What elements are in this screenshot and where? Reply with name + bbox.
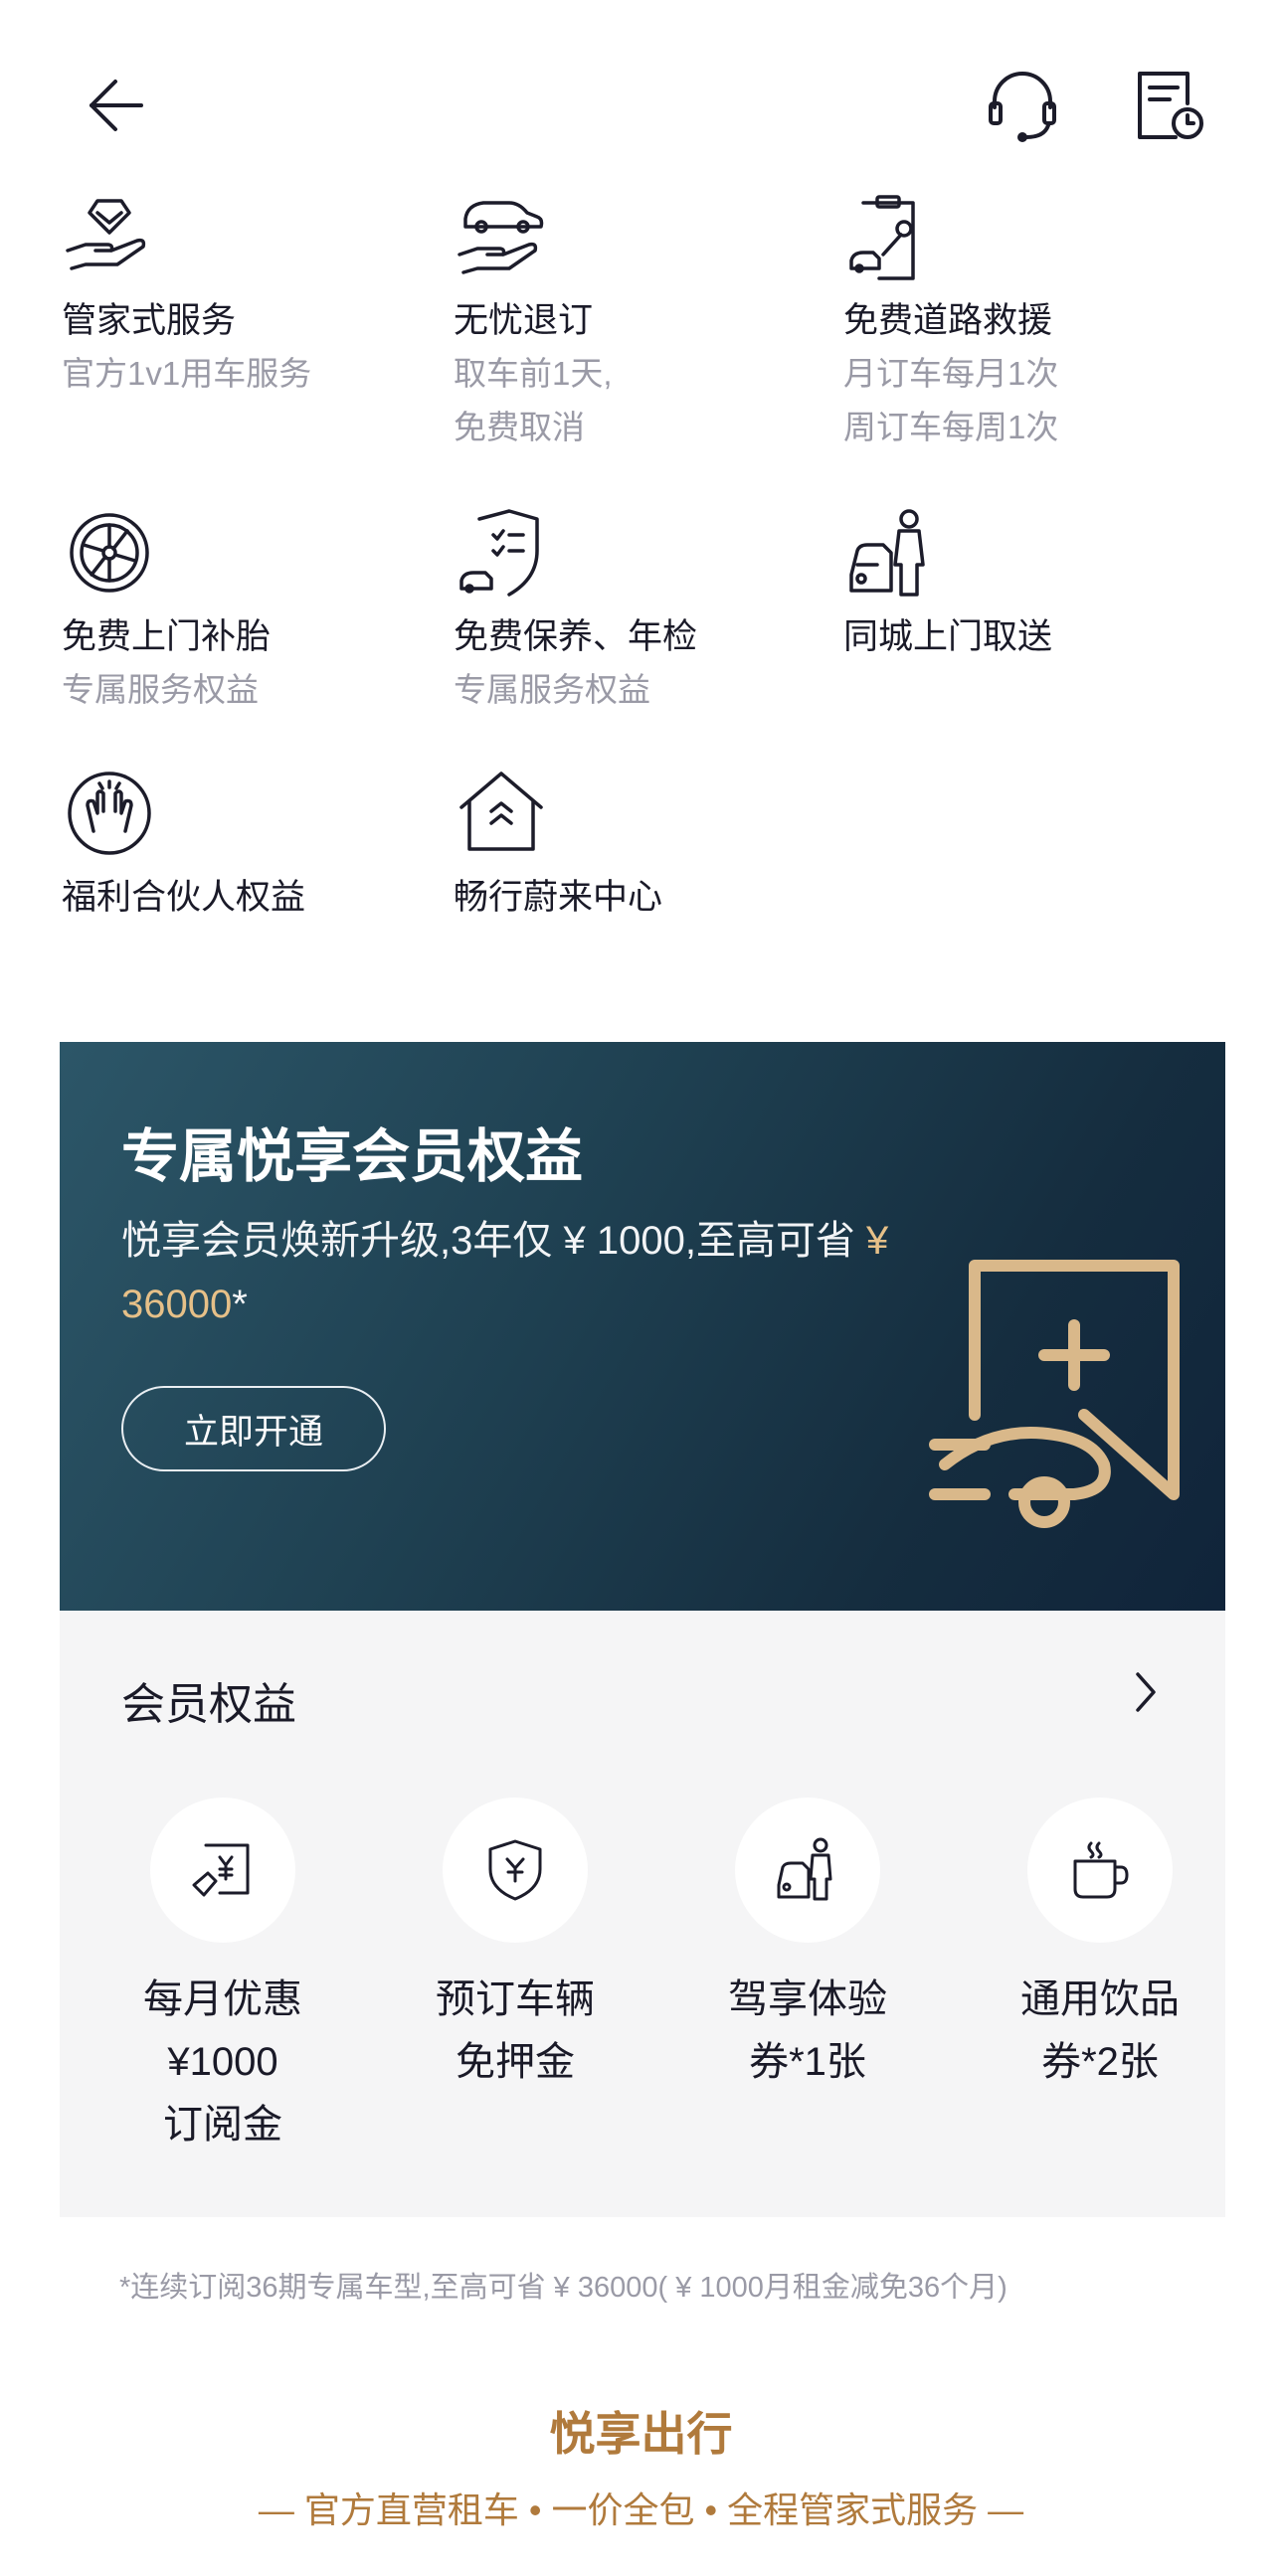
activate-button[interactable]: 立即开通 [121, 1386, 386, 1471]
service-roadside[interactable]: 免费道路救援 月订车每月1次 周订车每周1次 [843, 189, 1201, 454]
benefit-text: 预订车辆 免押金 [436, 1977, 595, 2084]
service-delivery[interactable]: 同城上门取送 [843, 505, 1201, 659]
driver-car-icon [777, 1837, 832, 1901]
brand-tagline: — 官方直营租车 • 一价全包 • 全程管家式服务 — [258, 2490, 1024, 2530]
benefit-icon-circle [1027, 1798, 1173, 1943]
benefit-no-deposit[interactable]: 预订车辆 免押金 [369, 1798, 661, 2094]
brand-name: 悦享出行 [549, 2408, 733, 2460]
diamond-hand-icon [66, 199, 146, 270]
service-subtitle: 月订车每月1次 周订车每周1次 [843, 355, 1059, 445]
benefit-monthly-discount[interactable]: 每月优惠 ¥1000 订阅金 [77, 1798, 369, 2156]
house-chevron-icon [459, 772, 543, 851]
service-title: 同城上门取送 [843, 617, 1053, 656]
banner-title: 专属悦享会员权益 [121, 1124, 584, 1189]
footnote: *连续订阅36期专属车型,至高可省 ¥ 36000( ¥ 1000月租金减免36… [119, 2272, 1007, 2304]
customer-service-button[interactable] [983, 66, 1062, 145]
service-center[interactable]: 畅行蔚来中心 [454, 766, 812, 920]
document-clock-icon [1138, 72, 1203, 139]
service-subtitle: 专属服务权益 [454, 671, 650, 708]
back-button[interactable] [76, 66, 155, 145]
benefit-text: 通用饮品 券*2张 [1020, 1977, 1180, 2084]
car-hand-icon [458, 201, 544, 274]
service-title: 管家式服务 [62, 301, 237, 340]
service-title: 免费道路救援 [843, 301, 1053, 340]
benefit-icon-circle [443, 1798, 588, 1943]
banner-description: 悦享会员焕新升级,3年仅 ¥ 1000,至高可省 ¥ 36000* [121, 1209, 917, 1336]
banner-desc-asterisk: * [232, 1283, 248, 1326]
car-person-icon [849, 509, 925, 597]
benefit-driving-voucher[interactable]: 驾享体验 券*1张 [661, 1798, 954, 2094]
member-benefits-more[interactable] [1124, 1666, 1168, 1718]
service-tire[interactable]: 免费上门补胎 专属服务权益 [62, 505, 420, 717]
chevron-right-icon [1136, 1672, 1156, 1712]
service-title: 免费保养、年检 [454, 617, 698, 656]
clipboard-wrench-icon [849, 195, 915, 280]
membership-banner: 专属悦享会员权益 悦享会员焕新升级,3年仅 ¥ 1000,至高可省 ¥ 3600… [60, 1042, 1225, 1611]
benefit-text: 驾享体验 券*1张 [728, 1977, 887, 2084]
high-five-icon [68, 772, 151, 855]
service-title: 福利合伙人权益 [62, 878, 306, 917]
service-subtitle: 取车前1天, 免费取消 [454, 355, 613, 445]
yen-shield-icon [488, 1839, 542, 1901]
orders-button[interactable] [1130, 66, 1209, 145]
service-subtitle: 官方1v1用车服务 [62, 355, 312, 392]
service-title: 无忧退订 [454, 301, 594, 340]
service-title: 免费上门补胎 [62, 617, 272, 656]
benefit-drink-voucher[interactable]: 通用饮品 券*2张 [954, 1798, 1246, 2094]
headset-icon [989, 72, 1056, 142]
banner-desc-text: 悦享会员焕新升级,3年仅 ¥ 1000,至高可省 [121, 1219, 867, 1263]
service-cancel[interactable]: 无忧退订 取车前1天, 免费取消 [454, 189, 812, 454]
shield-checklist-icon [459, 509, 539, 597]
car-plus-card-icon [929, 1260, 1180, 1528]
tire-icon [70, 513, 149, 593]
arrow-left-icon [90, 80, 143, 131]
service-maintenance[interactable]: 免费保养、年检 专属服务权益 [454, 505, 812, 717]
coffee-cup-icon [1073, 1841, 1129, 1899]
yen-card-icon [192, 1843, 250, 1897]
benefit-text: 每月优惠 ¥1000 订阅金 [143, 1977, 302, 2147]
service-subtitle: 专属服务权益 [62, 671, 259, 708]
service-title: 畅行蔚来中心 [454, 878, 663, 917]
member-benefits-title: 会员权益 [121, 1680, 296, 1729]
member-benefits-panel: 会员权益 每月优惠 ¥1000 订阅金 预订车辆 免押金 驾享体验 券*1张 通… [60, 1611, 1225, 2217]
benefit-icon-circle [735, 1798, 880, 1943]
service-partner[interactable]: 福利合伙人权益 [62, 766, 420, 920]
service-butler[interactable]: 管家式服务 官方1v1用车服务 [62, 189, 420, 401]
benefit-icon-circle [150, 1798, 295, 1943]
